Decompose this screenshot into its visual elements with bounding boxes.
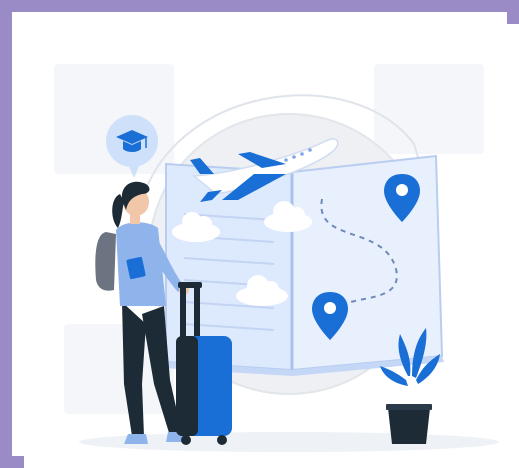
travel-illustration [54,64,499,452]
illustration-canvas [24,24,519,468]
illustration-frame [0,0,519,468]
